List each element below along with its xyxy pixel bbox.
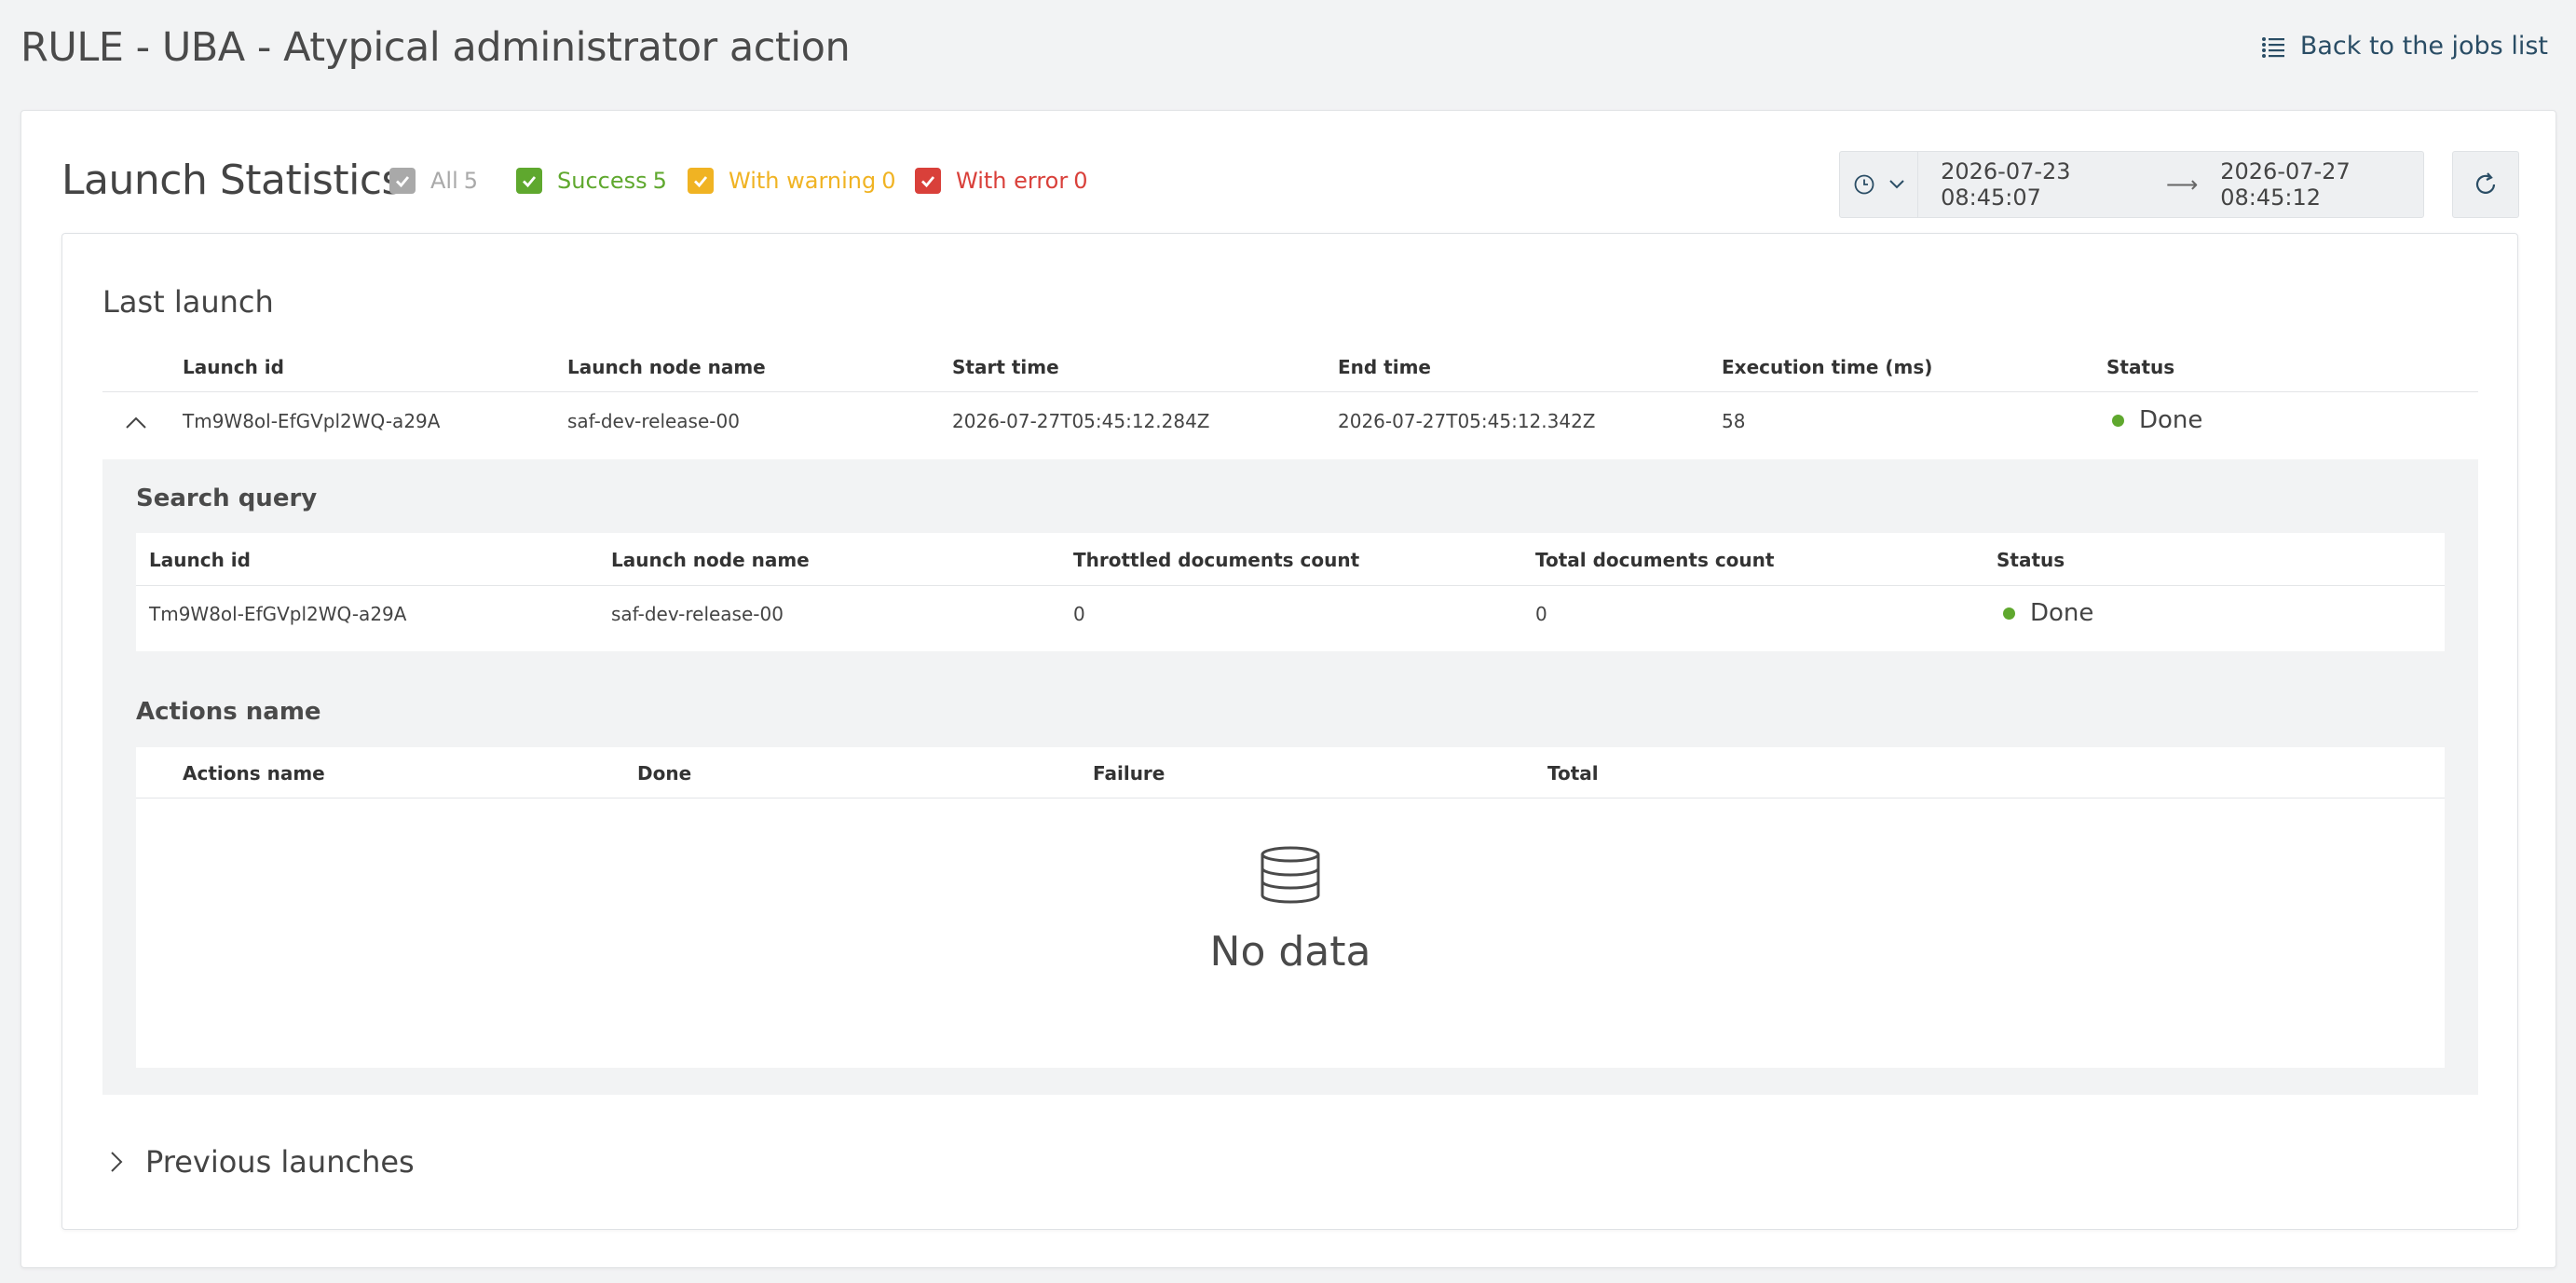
filter-success-count: 5 [652,168,667,194]
back-link-label: Back to the jobs list [2299,32,2548,61]
sq-col-launch-id: Launch id [149,549,251,571]
launch-node-cell: saf-dev-release-00 [567,410,740,432]
chevron-down-icon [1888,180,1904,189]
status-label: Done [2139,406,2203,434]
execution-time-cell: 58 [1722,410,1746,432]
status-dot [2112,414,2124,427]
sq-node-cell: saf-dev-release-00 [611,603,784,625]
filter-warning-count: 0 [881,168,896,194]
status-badge: Done [2112,406,2202,434]
sq-total-cell: 0 [1535,603,1547,625]
divider [102,391,2478,392]
filter-warning-label: With warning [729,168,877,194]
end-time-cell: 2026-07-27T05:45:12.342Z [1338,410,1596,432]
col-status: Status [2106,356,2175,378]
database-icon [1261,846,1320,904]
launch-id-cell: Tm9W8ol-EfGVpl2WQ-a29A [183,410,441,432]
status-dot [2003,607,2015,620]
checkbox-icon [688,168,714,194]
sq-col-total: Total documents count [1535,549,1775,571]
col-launch-id: Launch id [183,356,284,378]
filter-with-warning[interactable]: With warning 0 [688,168,896,194]
clock-icon [1854,174,1874,195]
last-launch-title: Last launch [102,284,274,320]
actions-col-name: Actions name [183,762,325,785]
filter-with-error[interactable]: With error 0 [915,168,1088,194]
no-data-label: No data [1209,928,1371,976]
filter-error-count: 0 [1073,168,1088,194]
back-to-jobs-link[interactable]: Back to the jobs list [2261,32,2548,61]
arrow-right-icon: ⟶ [2165,171,2199,198]
sq-col-node: Launch node name [611,549,810,571]
chevron-up-icon[interactable] [125,416,147,430]
filter-all[interactable]: All 5 [389,168,478,194]
sq-launch-id-cell: Tm9W8ol-EfGVpl2WQ-a29A [149,603,407,625]
divider [136,585,2445,586]
sq-throttled-cell: 0 [1073,603,1085,625]
actions-col-total: Total [1547,762,1599,785]
date-range-picker[interactable]: 2026-07-23 08:45:07 ⟶ 2026-07-27 08:45:1… [1839,151,2424,218]
chevron-right-icon [111,1152,123,1172]
previous-launches-toggle[interactable]: Previous launches [110,1144,415,1180]
checkbox-icon [516,168,542,194]
col-end-time: End time [1338,356,1431,378]
quick-range-dropdown[interactable] [1840,152,1919,217]
col-start-time: Start time [952,356,1059,378]
sq-col-status: Status [1997,549,2065,571]
status-label: Done [2030,599,2094,627]
actions-col-failure: Failure [1093,762,1165,785]
empty-state: No data [1118,846,1463,976]
checkbox-icon [389,168,416,194]
refresh-icon [2475,172,2496,194]
search-query-title: Search query [136,485,318,512]
filter-error-label: With error [956,168,1069,194]
list-icon [2261,36,2284,58]
filter-success-label: Success [557,168,647,194]
filter-all-label: All [430,168,458,194]
actions-name-title: Actions name [136,698,321,726]
filter-all-count: 5 [463,168,479,194]
col-execution-time: Execution time (ms) [1722,356,1933,378]
launch-statistics-title: Launch Statistics [61,157,402,204]
start-time-cell: 2026-07-27T05:45:12.284Z [952,410,1210,432]
refresh-button[interactable] [2452,151,2519,218]
previous-launches-label: Previous launches [145,1144,415,1180]
filter-success[interactable]: Success 5 [516,168,667,194]
status-badge: Done [2003,599,2093,627]
date-from[interactable]: 2026-07-23 08:45:07 [1941,158,2144,211]
actions-col-done: Done [637,762,692,785]
page-title: RULE - UBA - Atypical administrator acti… [20,24,851,71]
col-launch-node: Launch node name [567,356,766,378]
date-to[interactable]: 2026-07-27 08:45:12 [2220,158,2423,211]
checkbox-icon [915,168,941,194]
sq-col-throttled: Throttled documents count [1073,549,1360,571]
